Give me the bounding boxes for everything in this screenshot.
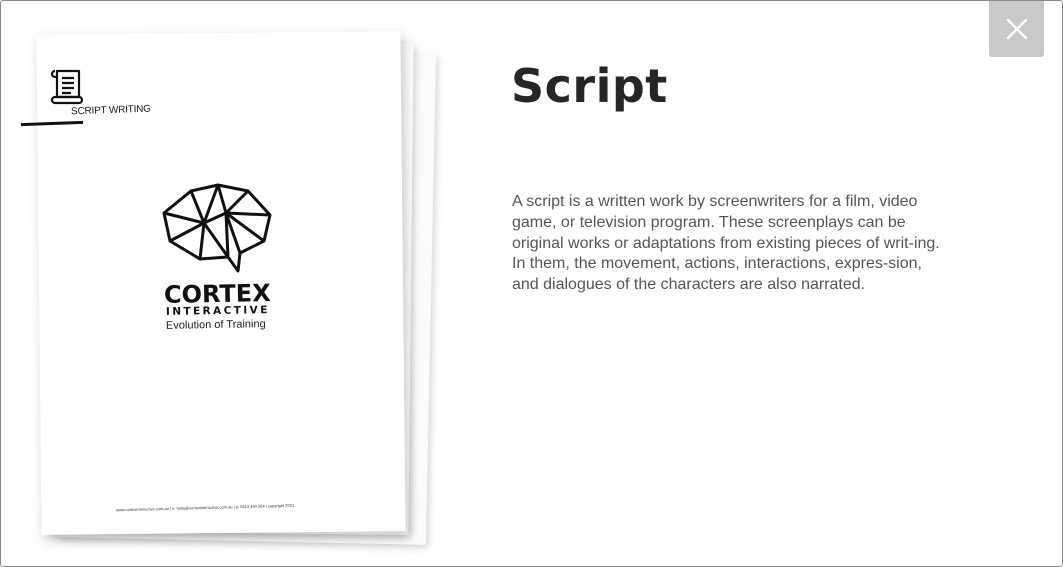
document-tag: SCRIPT WRITING bbox=[20, 67, 151, 129]
document-tag-label: SCRIPT WRITING bbox=[70, 103, 151, 118]
brain-icon bbox=[162, 183, 272, 273]
modal-dialog: SCRIPT WRITING CORTEX INTERACTIVE Evolut… bbox=[0, 0, 1063, 567]
brand-tagline: Evolution of Training bbox=[165, 318, 266, 332]
document-preview: SCRIPT WRITING CORTEX INTERACTIVE Evolut… bbox=[1, 1, 461, 566]
brand-logo: CORTEX INTERACTIVE Evolution of Training bbox=[146, 183, 286, 343]
tag-underline bbox=[20, 120, 84, 127]
brand-subtitle: INTERACTIVE bbox=[165, 304, 270, 318]
page-title: Script bbox=[511, 59, 668, 113]
description-text: A script is a written work by screenwrit… bbox=[512, 193, 940, 294]
scroll-icon bbox=[50, 69, 84, 105]
close-icon bbox=[1006, 18, 1027, 40]
close-button[interactable] bbox=[989, 1, 1044, 57]
